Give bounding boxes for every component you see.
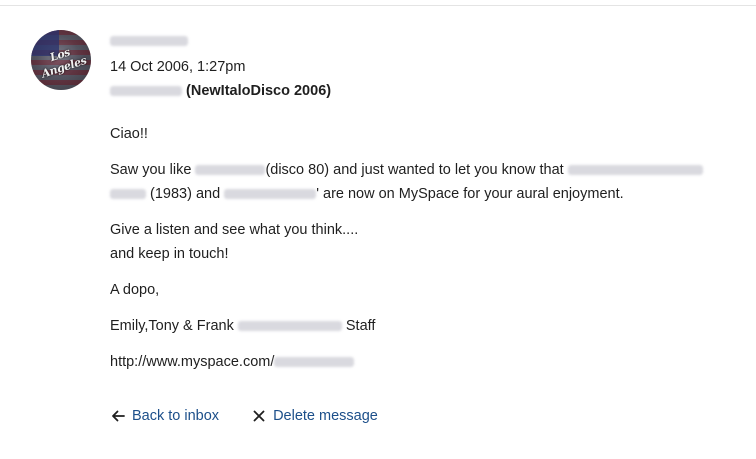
- para1-text-c: (1983) and: [146, 186, 225, 202]
- closing: A dopo,: [110, 282, 160, 298]
- redacted-profile-handle: [274, 357, 355, 368]
- arrow-left-icon: [112, 410, 125, 422]
- redacted-subject-part: [110, 86, 182, 97]
- para2-line-2: and keep in touch!: [110, 246, 229, 262]
- redacted-sender-name: [110, 36, 188, 47]
- delete-message-label: Delete message: [273, 408, 378, 424]
- redacted-song-title-1: [567, 165, 703, 176]
- greeting: Ciao!!: [110, 126, 148, 142]
- redacted-band-name: [195, 165, 266, 176]
- para1-text-b: (disco 80) and just wanted to let you kn…: [265, 162, 568, 178]
- signature: Emily,Tony & Frank Staff: [110, 314, 730, 338]
- top-divider: [0, 5, 756, 6]
- signature-staff: Staff: [341, 318, 376, 334]
- message-body: Ciao!! Saw you like (disco 80) and just …: [110, 122, 730, 386]
- body-paragraph-2: Give a listen and see what you think....…: [110, 218, 730, 266]
- profile-link-prefix: http://www.myspace.com/: [110, 354, 275, 370]
- message-subject: (NewItaloDisco 2006): [110, 82, 331, 100]
- delete-message-button[interactable]: Delete message: [251, 408, 378, 424]
- message-header: 14 Oct 2006, 1:27pm (NewItaloDisco 2006): [110, 32, 331, 100]
- redacted-song-title-1-cont: [110, 189, 146, 200]
- para1-text-d: ' are now on MySpace for your aural enjo…: [316, 186, 624, 202]
- para2-line-1: Give a listen and see what you think....: [110, 222, 359, 238]
- back-to-inbox-label: Back to inbox: [132, 408, 220, 424]
- body-paragraph-1: Saw you like (disco 80) and just wanted …: [110, 158, 730, 206]
- message-actions: Back to inbox Delete message: [110, 408, 378, 424]
- redacted-song-title-2: [224, 189, 317, 200]
- sender-avatar[interactable]: Los Angeles: [31, 30, 91, 90]
- sender-name[interactable]: [110, 32, 331, 50]
- close-icon: [253, 410, 265, 422]
- para1-text-a: Saw you like: [110, 162, 196, 178]
- subject-suffix: (NewItaloDisco 2006): [186, 83, 332, 99]
- back-to-inbox-button[interactable]: Back to inbox: [110, 408, 219, 424]
- message-date: 14 Oct 2006, 1:27pm: [110, 59, 246, 75]
- redacted-signature-org: [237, 321, 342, 332]
- signature-names: Emily,Tony & Frank: [110, 318, 238, 334]
- profile-link[interactable]: http://www.myspace.com/: [110, 350, 730, 374]
